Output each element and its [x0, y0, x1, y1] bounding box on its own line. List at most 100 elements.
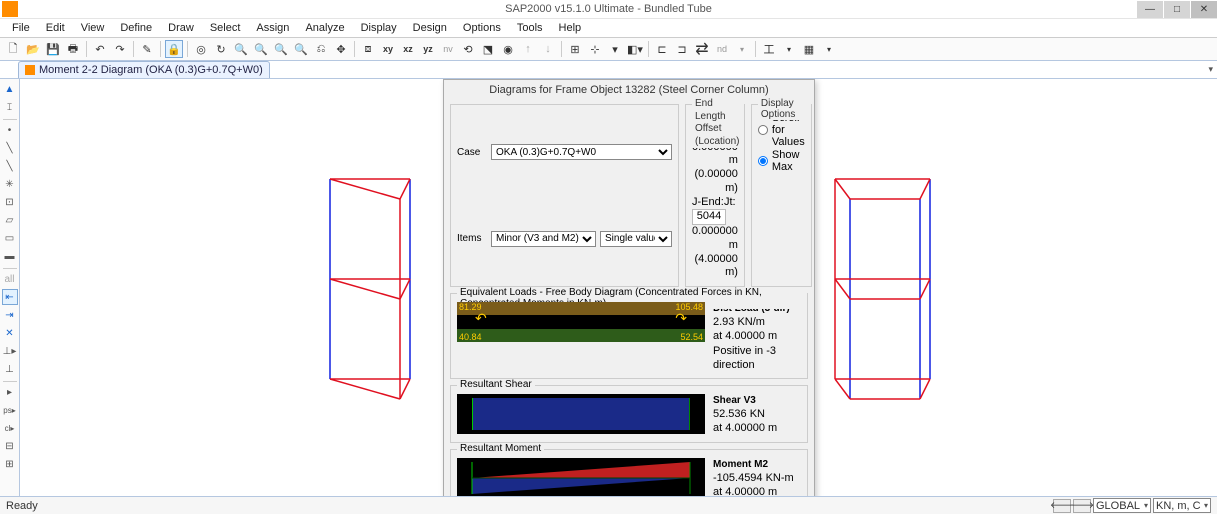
- close-button[interactable]: ✕: [1191, 1, 1217, 18]
- view-3d-icon[interactable]: ⧈: [359, 40, 377, 58]
- new-icon[interactable]: 🗋: [4, 40, 22, 58]
- polyline-icon[interactable]: ╲: [2, 158, 18, 174]
- snap-perp-icon[interactable]: ⊥▸: [2, 343, 18, 359]
- shrink-icon[interactable]: ⊏: [653, 40, 671, 58]
- menu-define[interactable]: Define: [114, 21, 158, 35]
- rect-icon[interactable]: ▭: [2, 230, 18, 246]
- tab-close-icon[interactable]: [25, 65, 35, 75]
- minimize-button[interactable]: —: [1137, 1, 1163, 18]
- coord-system-select[interactable]: GLOBAL: [1093, 498, 1151, 513]
- case-panel: Case OKA (0.3)G+0.7Q+W0 Items Minor (V3 …: [450, 104, 679, 287]
- case-label: Case: [457, 147, 491, 158]
- zoom-out-icon[interactable]: 🔍: [292, 40, 310, 58]
- snap-icon[interactable]: ✳: [2, 176, 18, 192]
- half-icon[interactable]: ◧▾: [626, 40, 644, 58]
- axes-icon[interactable]: ⊹: [586, 40, 604, 58]
- extrude-icon[interactable]: ⊐: [673, 40, 691, 58]
- area-icon[interactable]: ▱: [2, 212, 18, 228]
- snap-nn-icon[interactable]: ⊥: [2, 361, 18, 377]
- menu-draw[interactable]: Draw: [162, 21, 200, 35]
- snap-end-icon[interactable]: ⇤: [2, 289, 18, 305]
- zoom-window-icon[interactable]: 🔍: [232, 40, 250, 58]
- view-xz-icon[interactable]: xz: [399, 40, 417, 58]
- concrete-icon[interactable]: ▦: [800, 40, 818, 58]
- select-ps-icon[interactable]: ps▸: [2, 402, 18, 418]
- orbit-icon[interactable]: ◉: [499, 40, 517, 58]
- slab-icon[interactable]: ▬: [2, 248, 18, 264]
- jend-val: 0.000000 m: [692, 225, 738, 251]
- zoom-prev-icon[interactable]: ⎌: [312, 40, 330, 58]
- rotate-icon[interactable]: ⟲: [459, 40, 477, 58]
- view-nv-icon[interactable]: nv: [439, 40, 457, 58]
- all-icon[interactable]: all: [2, 271, 18, 287]
- down-arrow-icon[interactable]: ↓: [539, 40, 557, 58]
- iend-loc: (0.00000 m): [694, 168, 737, 194]
- zoom-in-icon[interactable]: 🔍: [272, 40, 290, 58]
- app-icon: [2, 1, 18, 17]
- tab-dropdown-icon[interactable]: ▾: [1208, 64, 1213, 75]
- prev-view-button[interactable]: 🡐: [1053, 499, 1071, 513]
- text-cursor-icon[interactable]: 𝙸: [2, 99, 18, 115]
- next-view-button[interactable]: 🡒: [1073, 499, 1091, 513]
- open-icon[interactable]: 📂: [24, 40, 42, 58]
- ibeam-drop-icon[interactable]: ▾: [780, 40, 798, 58]
- nd-icon[interactable]: nd: [713, 40, 731, 58]
- divide-icon[interactable]: ⊡: [2, 194, 18, 210]
- concrete-drop-icon[interactable]: ▾: [820, 40, 838, 58]
- menu-help[interactable]: Help: [553, 21, 588, 35]
- items-select[interactable]: Minor (V3 and M2): [491, 231, 596, 247]
- menu-view[interactable]: View: [75, 21, 111, 35]
- select-all-icon[interactable]: ⊟: [2, 438, 18, 454]
- menu-edit[interactable]: Edit: [40, 21, 71, 35]
- tab-label: Moment 2-2 Diagram (OKA (0.3)G+0.7Q+W0): [39, 64, 263, 76]
- pencil-icon[interactable]: ✎: [138, 40, 156, 58]
- pointer-icon[interactable]: ▲: [2, 81, 18, 97]
- zoom-extents-icon[interactable]: 🔍: [252, 40, 270, 58]
- nd-drop-icon[interactable]: ▾: [733, 40, 751, 58]
- target-icon[interactable]: ◎: [192, 40, 210, 58]
- ibeam-icon[interactable]: 工: [760, 40, 778, 58]
- snap-int-icon[interactable]: ✕: [2, 325, 18, 341]
- toggle-icon[interactable]: ⇄: [693, 40, 711, 58]
- menu-options[interactable]: Options: [457, 21, 507, 35]
- up-arrow-icon[interactable]: ↑: [519, 40, 537, 58]
- view-yz-icon[interactable]: yz: [419, 40, 437, 58]
- menu-tools[interactable]: Tools: [511, 21, 549, 35]
- view-tab[interactable]: Moment 2-2 Diagram (OKA (0.3)G+0.7Q+W0): [18, 61, 270, 78]
- select-int-icon[interactable]: ⊞: [2, 456, 18, 472]
- perspective-icon[interactable]: ⬔: [479, 40, 497, 58]
- status-bar: Ready 🡐 🡒 GLOBAL KN, m, C: [0, 496, 1217, 514]
- menu-bar: File Edit View Define Draw Select Assign…: [0, 19, 1217, 37]
- node-icon[interactable]: •: [2, 122, 18, 138]
- jend-jt: 5044: [692, 209, 726, 225]
- case-select[interactable]: OKA (0.3)G+0.7Q+W0: [491, 144, 672, 160]
- print-icon[interactable]: 🖶: [64, 40, 82, 58]
- snap-mid-icon[interactable]: ⇥: [2, 307, 18, 323]
- undo-icon[interactable]: ↶: [91, 40, 109, 58]
- pan-icon[interactable]: ✥: [332, 40, 350, 58]
- select-cl-icon[interactable]: cl▸: [2, 420, 18, 436]
- lock-icon[interactable]: 🔒: [165, 40, 183, 58]
- menu-assign[interactable]: Assign: [250, 21, 295, 35]
- redo-icon[interactable]: ↷: [111, 40, 129, 58]
- refresh-icon[interactable]: ↻: [212, 40, 230, 58]
- menu-design[interactable]: Design: [407, 21, 453, 35]
- menu-display[interactable]: Display: [355, 21, 403, 35]
- main-toolbar: 🗋 📂 💾 🖶 ↶ ↷ ✎ 🔒 ◎ ↻ 🔍 🔍 🔍 🔍 ⎌ ✥ ⧈ xy xz …: [0, 37, 1217, 61]
- offset-title: End Length Offset (Location): [692, 98, 744, 148]
- select-pointer-icon[interactable]: ▸: [2, 384, 18, 400]
- model-viewport[interactable]: Diagrams for Frame Object 13282 (Steel C…: [20, 79, 1217, 496]
- save-icon[interactable]: 💾: [44, 40, 62, 58]
- items-mode-select[interactable]: Single valued: [600, 231, 672, 247]
- status-units-select[interactable]: KN, m, C: [1153, 498, 1211, 513]
- maximize-button[interactable]: □: [1164, 1, 1190, 18]
- menu-select[interactable]: Select: [204, 21, 247, 35]
- menu-file[interactable]: File: [6, 21, 36, 35]
- view-xy-icon[interactable]: xy: [379, 40, 397, 58]
- shear-title: Resultant Shear: [457, 379, 535, 390]
- menu-analyze[interactable]: Analyze: [299, 21, 350, 35]
- grid-icon[interactable]: ⊞: [566, 40, 584, 58]
- line-icon[interactable]: ╲: [2, 140, 18, 156]
- showmax-radio[interactable]: Show Max: [758, 149, 805, 173]
- checkmark-icon[interactable]: ▾: [606, 40, 624, 58]
